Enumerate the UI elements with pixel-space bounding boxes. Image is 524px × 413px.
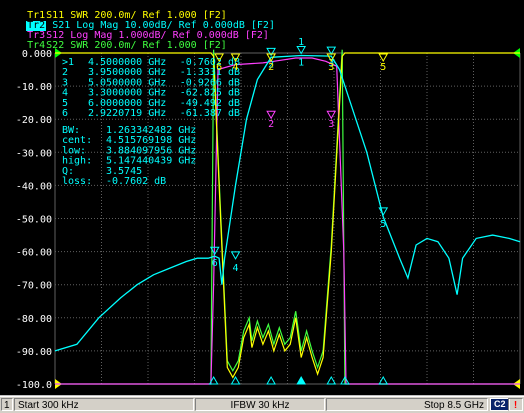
bw-stat-value: -0.7602 dB — [106, 176, 166, 187]
start-frequency[interactable]: Start 300 kHz — [14, 398, 194, 411]
marker-tag-top: 1 — [298, 37, 304, 48]
warning-indicator[interactable]: ! — [508, 398, 523, 411]
vna-display: 0.000 -10.00 -20.00 -30.00 -40.00 -50.00 -60.0… — [0, 0, 524, 395]
marker-tag-s12: 2 — [268, 119, 274, 130]
marker-tag-s11: 3 — [328, 62, 334, 73]
y-axis-label: -60.00 — [16, 248, 52, 259]
marker-tag: 1 — [298, 58, 304, 69]
ifbw-setting[interactable]: IFBW 30 kHz — [195, 398, 325, 411]
y-axis-label: -50.00 — [16, 215, 52, 226]
y-axis-label: -90.00 — [16, 347, 52, 358]
trace-format: SWR 200.0m/ Ref 1.000 [F2] — [70, 40, 227, 51]
y-axis-label: -40.00 — [16, 181, 52, 192]
stimulus-marker — [266, 375, 276, 385]
trace-row-2[interactable]: Tr2 S21 Log Mag 10.00dB/ Ref 0.000dB [F2… — [2, 11, 275, 31]
stop-frequency[interactable]: Stop 8.5 GHz — [326, 398, 488, 411]
trace-row-4[interactable]: Tr4S22 SWR 200.0m/ Ref 1.000 [F2] — [2, 31, 227, 51]
y-axis-label: -80.00 — [16, 314, 52, 325]
marker-triangle-s12 — [326, 110, 337, 120]
trace-param: S22 — [46, 40, 65, 51]
marker-triangle — [230, 251, 241, 260]
y-axis-label: -10.00 — [16, 82, 52, 93]
y-axis-label: -70.00 — [16, 281, 52, 292]
marker-tag: 4 — [233, 263, 239, 274]
marker-frequency: 2.9220719 GHz — [88, 108, 166, 119]
trace-row-1[interactable]: Tr1S11 SWR 200.0m/ Ref 1.000 [F2] — [2, 1, 227, 21]
plot-area[interactable]: 0.000-10.00-20.00-30.00-40.00-50.00-60.0… — [0, 0, 524, 395]
marker-tag: 6 — [212, 258, 218, 269]
y-axis-label: -30.00 — [16, 148, 52, 159]
marker-triangle — [378, 207, 389, 216]
marker-tag-s11: 2 — [268, 62, 274, 73]
marker-triangle-s12 — [266, 110, 276, 120]
status-bar: 1 Start 300 kHz IFBW 30 kHz Stop 8.5 GHz… — [0, 396, 524, 413]
marker-tag-s11: 5 — [380, 62, 386, 73]
marker-index: 6 — [62, 108, 68, 119]
marker-tag-s12: 3 — [328, 119, 334, 130]
channel-indicator[interactable]: 1 — [1, 398, 13, 411]
y-axis-label: -20.00 — [16, 115, 52, 126]
c2-button[interactable]: C2 — [490, 398, 510, 411]
stimulus-marker — [296, 375, 307, 385]
y-axis-label: -100.0 — [16, 380, 52, 391]
marker-tag-s11: 6 — [216, 62, 222, 73]
trace-row-3[interactable]: Tr3S12 Log Mag 1.000dB/ Ref 0.000dB [F2] — [2, 21, 269, 41]
marker-tag-s11: 4 — [233, 62, 239, 73]
bw-stat-label: loss: — [62, 176, 92, 187]
marker-tag: 5 — [380, 219, 386, 230]
trace-id[interactable]: Tr4 — [26, 41, 46, 51]
marker-value: -61.387 dB — [180, 108, 240, 119]
